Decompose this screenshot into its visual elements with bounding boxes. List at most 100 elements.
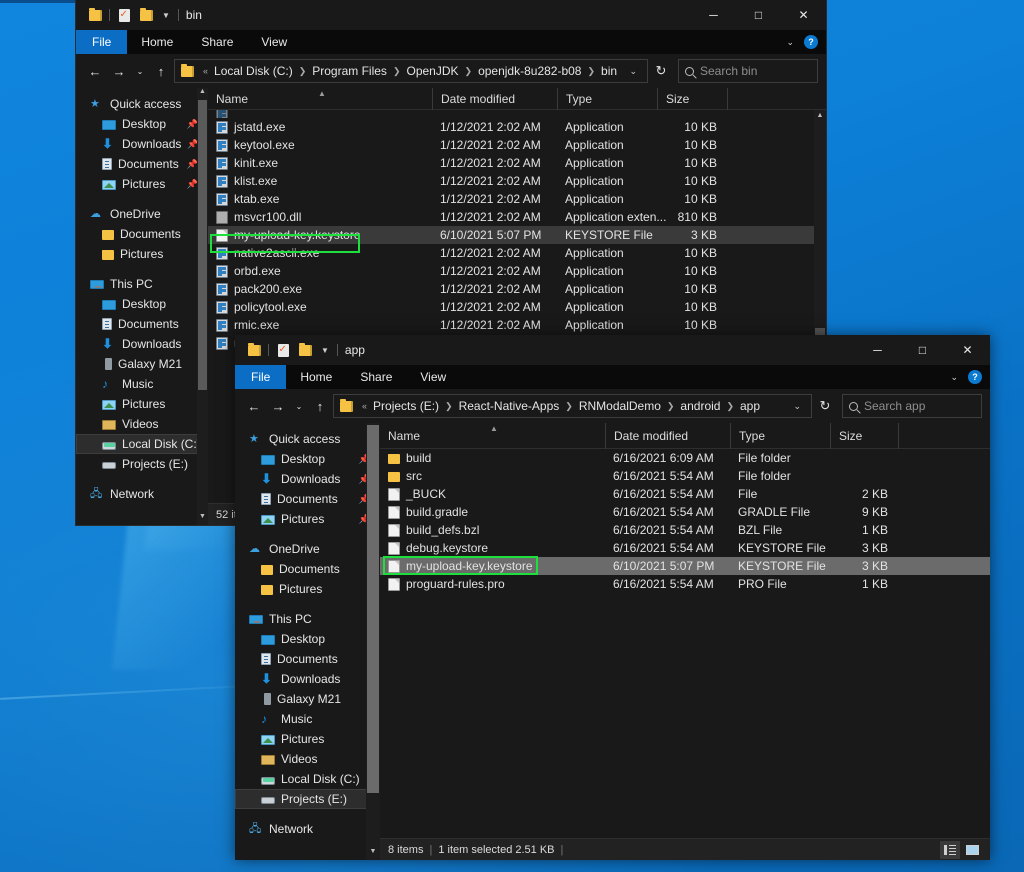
column-header-date[interactable]: Date modified xyxy=(605,422,730,449)
column-headers[interactable]: Name ▲ Date modified Type Size xyxy=(380,422,990,449)
nav-group-network[interactable]: 🖧 Network xyxy=(235,819,380,839)
navigation-scrollbar[interactable]: ▼ xyxy=(366,423,380,860)
recent-locations-button[interactable]: ⌄ xyxy=(291,394,307,418)
recent-locations-button[interactable]: ⌄ xyxy=(132,59,148,83)
ribbon-tabs[interactable]: File Home Share View ⌄ ? xyxy=(76,30,826,54)
nav-item-onedrive-pictures[interactable]: Pictures xyxy=(76,244,208,264)
address-bar-row[interactable]: ← → ⌄ ↑ « Projects (E:) ❯ React-Native-A… xyxy=(235,389,990,423)
window-controls[interactable]: ─ □ ✕ xyxy=(855,335,990,365)
nav-item-pc-documents[interactable]: Documents xyxy=(235,649,380,669)
tab-file[interactable]: File xyxy=(76,30,128,54)
nav-item-local-disk-c[interactable]: Local Disk (C:) xyxy=(76,434,208,454)
nav-item-desktop[interactable]: Desktop 📌 xyxy=(235,449,380,469)
table-row[interactable]: proguard-rules.pro 6/16/2021 5:54 AM PRO… xyxy=(380,575,990,593)
tab-view[interactable]: View xyxy=(406,365,460,389)
table-row[interactable]: build.gradle 6/16/2021 5:54 AM GRADLE Fi… xyxy=(380,503,990,521)
tab-file[interactable]: File xyxy=(235,365,287,389)
breadcrumb-1[interactable]: Local Disk (C:) xyxy=(214,64,293,78)
nav-item-onedrive-documents[interactable]: Documents xyxy=(235,559,380,579)
nav-item-projects-e[interactable]: Projects (E:) xyxy=(235,789,380,809)
table-row[interactable]: build 6/16/2021 6:09 AM File folder xyxy=(380,449,990,467)
breadcrumb-2[interactable]: React-Native-Apps xyxy=(459,399,560,413)
column-header-size[interactable]: Size xyxy=(830,422,898,449)
nav-item-documents[interactable]: Documents 📌 xyxy=(76,154,208,174)
nav-item-downloads[interactable]: ⬇ Downloads 📌 xyxy=(235,469,380,489)
nav-item-videos[interactable]: Videos xyxy=(76,414,208,434)
nav-item-pc-desktop[interactable]: Desktop xyxy=(76,294,208,314)
back-button[interactable]: ← xyxy=(84,59,106,83)
scroll-down-icon[interactable]: ▼ xyxy=(197,513,208,525)
nav-item-local-disk-c[interactable]: Local Disk (C:) xyxy=(235,769,380,789)
nav-item-videos[interactable]: Videos xyxy=(235,749,380,769)
titlebar[interactable]: ▼ bin ─ □ ✕ xyxy=(76,0,826,30)
breadcrumb-separator[interactable]: ❯ xyxy=(462,66,476,77)
scrollbar-thumb[interactable] xyxy=(367,425,379,793)
nav-item-pc-downloads[interactable]: ⬇ Downloads xyxy=(235,669,380,689)
nav-group-this-pc[interactable]: This PC xyxy=(235,609,380,629)
titlebar[interactable]: ▼ app ─ □ ✕ xyxy=(235,335,990,365)
column-header-type[interactable]: Type xyxy=(730,422,830,449)
breadcrumb-separator[interactable]: ❯ xyxy=(442,401,456,412)
breadcrumb-3[interactable]: RNModalDemo xyxy=(579,399,661,413)
nav-item-onedrive-pictures[interactable]: Pictures xyxy=(235,579,380,599)
table-row[interactable]: orbd.exe 1/12/2021 2:02 AM Application 1… xyxy=(208,262,826,280)
scrollbar-thumb[interactable] xyxy=(198,100,207,390)
address-dropdown-icon[interactable]: ⌄ xyxy=(623,66,643,77)
breadcrumb-separator[interactable]: ❯ xyxy=(562,401,576,412)
table-row[interactable]: keytool.exe 1/12/2021 2:02 AM Applicatio… xyxy=(208,136,826,154)
tab-home[interactable]: Home xyxy=(286,365,346,389)
back-button[interactable]: ← xyxy=(243,394,265,418)
table-row[interactable]: jstatd.exe 1/12/2021 2:02 AM Application… xyxy=(208,118,826,136)
properties-icon[interactable] xyxy=(272,339,294,361)
address-bar-row[interactable]: ← → ⌄ ↑ « Local Disk (C:) ❯ Program File… xyxy=(76,54,826,88)
nav-item-projects-e[interactable]: Projects (E:) xyxy=(76,454,208,474)
nav-item-downloads[interactable]: ⬇ Downloads 📌 xyxy=(76,134,208,154)
folder-icon[interactable] xyxy=(84,4,106,26)
minimize-button[interactable]: ─ xyxy=(691,0,736,30)
nav-item-pictures[interactable]: Pictures 📌 xyxy=(76,174,208,194)
scroll-up-icon[interactable]: ▲ xyxy=(814,110,826,122)
breadcrumb-separator[interactable]: ❯ xyxy=(296,66,310,77)
new-folder-icon[interactable] xyxy=(135,4,157,26)
breadcrumb-separator[interactable]: ❯ xyxy=(723,401,737,412)
table-row[interactable]: kinit.exe 1/12/2021 2:02 AM Application … xyxy=(208,154,826,172)
explorer-window-app[interactable]: ▼ app ─ □ ✕ File Home Share View ⌄ ? ← →… xyxy=(235,335,990,860)
ribbon-tabs[interactable]: File Home Share View ⌄ ? xyxy=(235,365,990,389)
table-row[interactable]: debug.keystore 6/16/2021 5:54 AM KEYSTOR… xyxy=(380,539,990,557)
table-row[interactable]: src 6/16/2021 5:54 AM File folder xyxy=(380,467,990,485)
nav-item-onedrive-documents[interactable]: Documents xyxy=(76,224,208,244)
table-row[interactable]: native2ascii.exe 1/12/2021 2:02 AM Appli… xyxy=(208,244,826,262)
breadcrumb-3[interactable]: OpenJDK xyxy=(406,64,458,78)
nav-group-quick-access[interactable]: ★ Quick access xyxy=(235,429,380,449)
scroll-down-icon[interactable]: ▼ xyxy=(366,848,380,860)
nav-item-documents[interactable]: Documents 📌 xyxy=(235,489,380,509)
refresh-button[interactable]: ↻ xyxy=(814,394,836,418)
window-controls[interactable]: ─ □ ✕ xyxy=(691,0,826,30)
nav-item-music[interactable]: ♪ Music xyxy=(76,374,208,394)
quick-access-toolbar[interactable]: ▼ bin xyxy=(76,4,202,26)
table-row[interactable]: build_defs.bzl 6/16/2021 5:54 AM BZL Fil… xyxy=(380,521,990,539)
address-bar[interactable]: « Local Disk (C:) ❯ Program Files ❯ Open… xyxy=(174,59,648,83)
chevron-down-icon[interactable]: ▼ xyxy=(316,346,334,355)
folder-icon[interactable] xyxy=(243,339,265,361)
refresh-button[interactable]: ↻ xyxy=(650,59,672,83)
tab-share[interactable]: Share xyxy=(346,365,406,389)
column-header-type[interactable]: Type xyxy=(557,87,657,110)
up-button[interactable]: ↑ xyxy=(150,59,172,83)
nav-item-pictures[interactable]: Pictures 📌 xyxy=(235,509,380,529)
table-row[interactable]: pack200.exe 1/12/2021 2:02 AM Applicatio… xyxy=(208,280,826,298)
breadcrumb-1[interactable]: Projects (E:) xyxy=(373,399,439,413)
nav-item-pc-downloads[interactable]: ⬇ Downloads xyxy=(76,334,208,354)
table-row[interactable]: klist.exe 1/12/2021 2:02 AM Application … xyxy=(208,172,826,190)
nav-item-desktop[interactable]: Desktop 📌 xyxy=(76,114,208,134)
chevron-down-icon[interactable]: ▼ xyxy=(157,11,175,20)
expand-ribbon-icon[interactable]: ⌄ xyxy=(950,372,958,383)
tab-view[interactable]: View xyxy=(247,30,301,54)
file-rows[interactable]: build 6/16/2021 6:09 AM File folder src … xyxy=(380,449,990,838)
properties-icon[interactable] xyxy=(113,4,135,26)
tab-home[interactable]: Home xyxy=(127,30,187,54)
column-header-name[interactable]: Name ▲ xyxy=(208,88,432,110)
minimize-button[interactable]: ─ xyxy=(855,335,900,365)
search-input[interactable]: Search app xyxy=(842,394,982,418)
nav-group-onedrive[interactable]: ☁ OneDrive xyxy=(76,204,208,224)
